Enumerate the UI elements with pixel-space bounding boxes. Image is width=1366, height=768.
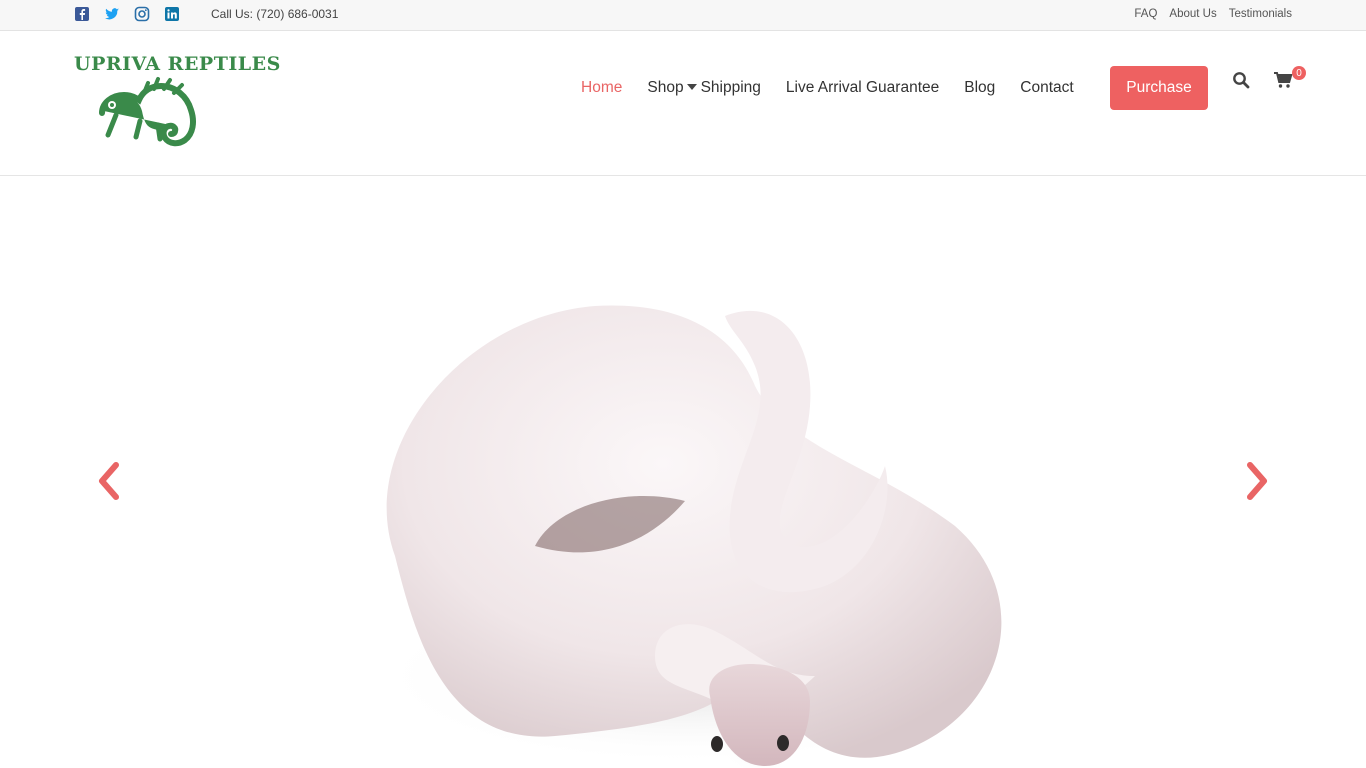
instagram-icon[interactable]: [134, 6, 150, 22]
call-us-text: Call Us: (720) 686-0031: [211, 7, 339, 21]
caret-down-icon: [686, 84, 697, 90]
twitter-icon[interactable]: [104, 6, 120, 22]
logo-text: UPRIVA REPTILES: [74, 53, 281, 75]
purchase-button[interactable]: Purchase: [1110, 66, 1208, 110]
site-header: UPRIVA REPTILES Home Shop Shipping Live …: [0, 31, 1366, 176]
social-links: [74, 6, 180, 22]
about-us-link[interactable]: About Us: [1169, 8, 1216, 20]
facebook-icon[interactable]: [74, 6, 90, 22]
snake-image: [375, 305, 1002, 768]
top-links: FAQ About Us Testimonials: [1134, 8, 1292, 20]
chameleon-logo-icon: [99, 77, 196, 147]
faq-link[interactable]: FAQ: [1134, 8, 1157, 20]
nav-shop-label: Shop: [647, 79, 684, 96]
nav-blog[interactable]: Blog: [964, 79, 995, 97]
site-logo[interactable]: UPRIVA REPTILES: [74, 53, 280, 155]
linkedin-icon[interactable]: [164, 6, 180, 22]
cart-icon[interactable]: [1273, 71, 1293, 89]
chevron-right-icon[interactable]: [1244, 461, 1270, 501]
nav-live-arrival-guarantee[interactable]: Live Arrival Guarantee: [786, 79, 939, 97]
nav-shipping[interactable]: Shipping: [701, 79, 761, 97]
nav-contact[interactable]: Contact: [1020, 79, 1073, 97]
top-bar: Call Us: (720) 686-0031 FAQ About Us Tes…: [0, 0, 1366, 31]
search-icon[interactable]: [1232, 71, 1250, 89]
cart-count-badge: 0: [1292, 66, 1306, 80]
chevron-left-icon[interactable]: [96, 461, 122, 501]
hero-slider: [0, 176, 1366, 768]
nav-home[interactable]: Home: [581, 79, 622, 97]
nav-shop[interactable]: Shop: [647, 79, 697, 97]
main-nav: Home Shop Shipping Live Arrival Guarante…: [581, 79, 1099, 97]
testimonials-link[interactable]: Testimonials: [1229, 8, 1292, 20]
